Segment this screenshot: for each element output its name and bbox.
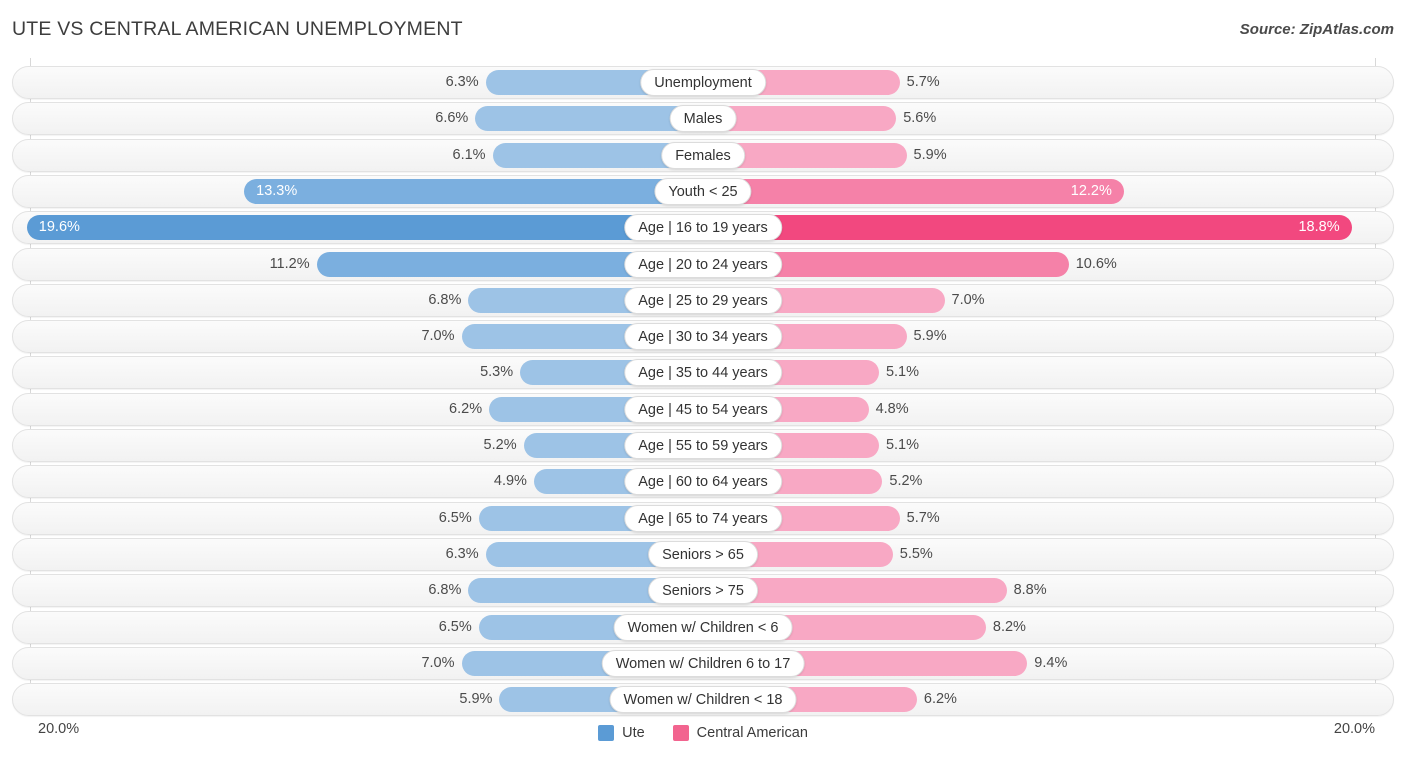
value-label-ute: 11.2% [269, 255, 310, 272]
category-label-pill[interactable]: Age | 20 to 24 years [624, 250, 782, 278]
category-label-pill[interactable]: Seniors > 75 [648, 577, 758, 605]
value-label-central-american: 8.2% [992, 618, 1026, 635]
value-label-ute: 6.5% [438, 509, 472, 526]
table-row[interactable]: 4.9% 5.2% Age | 60 to 64 years [12, 465, 1394, 499]
table-row[interactable]: 6.1% 5.9% Females [12, 138, 1394, 172]
value-label-central-american: 12.2% [1070, 182, 1112, 199]
table-row[interactable]: 6.3% 5.5% Seniors > 65 [12, 537, 1394, 571]
value-label-ute: 5.3% [480, 364, 514, 381]
table-row[interactable]: 6.8% 7.0% Age | 25 to 29 years [12, 283, 1394, 317]
table-row[interactable]: 6.6% 5.6% Males [12, 102, 1394, 136]
value-label-ute: 5.2% [483, 437, 517, 453]
value-label-central-american: 4.8% [875, 400, 909, 417]
category-label-pill[interactable]: Unemployment [640, 69, 766, 96]
value-label-central-american: 5.7% [906, 74, 940, 90]
category-label-pill[interactable]: Females [661, 141, 745, 169]
table-row[interactable]: 5.9% 6.2% Women w/ Children < 18 [12, 683, 1394, 717]
category-label-pill[interactable]: Age | 65 to 74 years [624, 504, 782, 532]
category-label-pill[interactable]: Age | 60 to 64 years [624, 468, 782, 496]
chart-plot-area: 6.3% 5.7% Unemployment 6.6% 5.6% Males 6.1% 5.9… [0, 58, 1406, 717]
category-label-pill[interactable]: Age | 55 to 59 years [624, 432, 782, 459]
table-row[interactable]: 5.2% 5.1% Age | 55 to 59 years [12, 429, 1394, 462]
value-label-ute: 6.2% [449, 400, 483, 417]
bar-central-american[interactable] [703, 178, 1124, 204]
table-row[interactable]: 6.2% 4.8% Age | 45 to 54 years [12, 392, 1394, 426]
table-row[interactable]: 6.5% 8.2% Women w/ Children < 6 [12, 610, 1394, 644]
category-label-pill[interactable]: Age | 25 to 29 years [624, 286, 782, 314]
value-label-central-american: 6.2% [923, 691, 957, 708]
value-label-ute: 19.6% [38, 219, 80, 236]
value-label-central-american: 5.9% [913, 146, 947, 163]
category-label-pill[interactable]: Seniors > 65 [648, 540, 758, 568]
value-label-ute: 6.3% [445, 74, 479, 90]
legend-label: Central American [696, 725, 808, 741]
value-label-ute: 6.6% [435, 110, 469, 127]
table-row[interactable]: 13.3% 12.2% Youth < 25 [12, 174, 1394, 208]
category-label-pill[interactable]: Youth < 25 [654, 177, 752, 205]
legend-item[interactable]: Ute [598, 725, 645, 741]
bar-ute[interactable] [26, 215, 703, 241]
chart-header: UTE VS CENTRAL AMERICAN UNEMPLOYMENT Sou… [0, 0, 1406, 58]
source-attribution: Source: ZipAtlas.com [1239, 21, 1394, 38]
value-label-central-american: 10.6% [1075, 255, 1117, 272]
bar-central-american[interactable] [703, 215, 1352, 241]
chart-footer: 20.0% 20.0% Ute Central American [0, 713, 1406, 757]
table-row[interactable]: 19.6% 18.8% Age | 16 to 19 years [12, 211, 1394, 245]
value-label-ute: 4.9% [493, 473, 527, 490]
category-label-pill[interactable]: Women w/ Children 6 to 17 [601, 649, 805, 677]
value-label-ute: 6.3% [445, 545, 479, 562]
value-label-ute: 6.5% [438, 618, 472, 635]
value-label-central-american: 5.1% [885, 364, 919, 381]
category-label-pill[interactable]: Age | 30 to 34 years [624, 323, 782, 351]
category-label-pill[interactable]: Age | 16 to 19 years [624, 214, 782, 242]
value-label-ute: 7.0% [421, 328, 455, 345]
value-label-central-american: 18.8% [1298, 219, 1340, 236]
value-label-central-american: 5.7% [906, 509, 940, 526]
category-label-pill[interactable]: Age | 35 to 44 years [624, 359, 782, 387]
value-label-ute: 6.8% [428, 582, 462, 599]
table-row[interactable]: 7.0% 5.9% Age | 30 to 34 years [12, 320, 1394, 354]
value-label-central-american: 5.1% [885, 437, 919, 453]
legend-item[interactable]: Central American [672, 725, 808, 741]
category-label-pill[interactable]: Women w/ Children < 6 [613, 613, 793, 641]
value-label-central-american: 9.4% [1034, 654, 1068, 671]
value-label-ute: 6.1% [452, 146, 486, 163]
value-label-central-american: 5.9% [913, 328, 947, 345]
value-label-central-american: 7.0% [951, 291, 985, 308]
value-label-ute: 6.8% [428, 291, 462, 308]
table-row[interactable]: 6.5% 5.7% Age | 65 to 74 years [12, 501, 1394, 535]
table-row[interactable]: 11.2% 10.6% Age | 20 to 24 years [12, 247, 1394, 281]
table-row[interactable]: 6.8% 8.8% Seniors > 75 [12, 574, 1394, 608]
value-label-ute: 7.0% [421, 654, 455, 671]
table-row[interactable]: 7.0% 9.4% Women w/ Children 6 to 17 [12, 646, 1394, 680]
value-label-ute: 13.3% [256, 182, 298, 199]
value-label-central-american: 8.8% [1013, 582, 1047, 599]
value-label-central-american: 5.5% [899, 545, 933, 562]
chart-legend: Ute Central American [0, 725, 1406, 741]
category-label-pill[interactable]: Women w/ Children < 18 [609, 686, 797, 714]
category-label-pill[interactable]: Age | 45 to 54 years [624, 395, 782, 423]
table-row[interactable]: 5.3% 5.1% Age | 35 to 44 years [12, 356, 1394, 390]
legend-label: Ute [622, 725, 645, 741]
page-title: UTE VS CENTRAL AMERICAN UNEMPLOYMENT [12, 18, 463, 40]
value-label-central-american: 5.2% [889, 473, 923, 490]
table-row[interactable]: 6.3% 5.7% Unemployment [12, 66, 1394, 99]
value-label-ute: 5.9% [459, 691, 493, 708]
bar-ute[interactable] [244, 178, 703, 204]
legend-swatch-icon [672, 725, 689, 741]
value-label-central-american: 5.6% [903, 110, 937, 127]
legend-swatch-icon [598, 725, 615, 741]
category-label-pill[interactable]: Males [669, 105, 737, 133]
